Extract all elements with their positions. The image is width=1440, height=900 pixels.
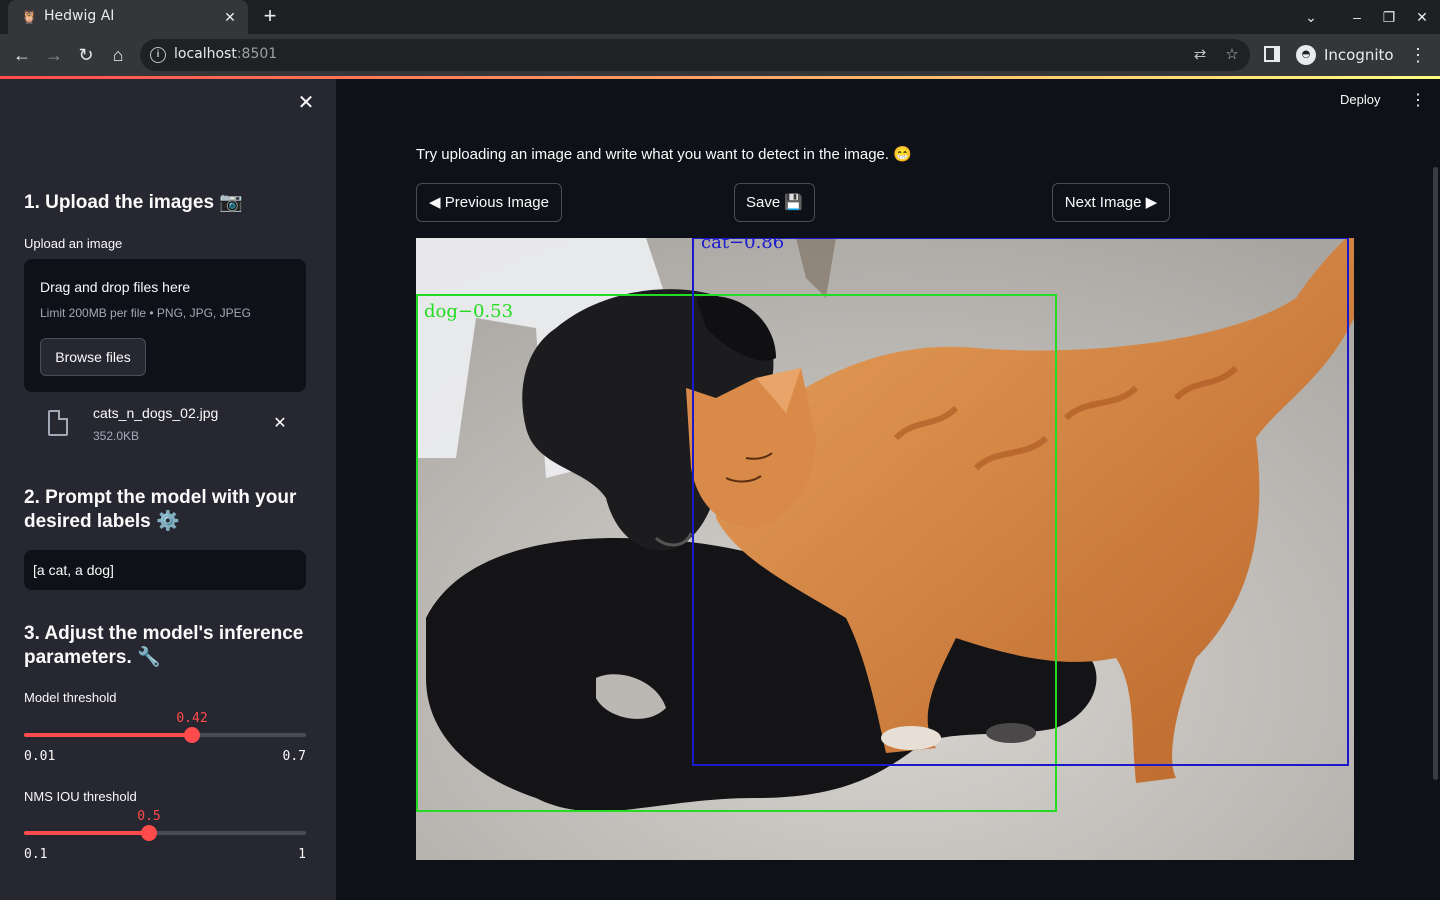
slider-value: 0.42	[176, 711, 208, 726]
dog-detection-label: dog−0.53	[424, 301, 513, 322]
main-scrollbar[interactable]	[1433, 167, 1438, 780]
side-panel-icon[interactable]	[1264, 46, 1280, 62]
app-menu-icon[interactable]: ⋮	[1408, 90, 1428, 112]
back-icon[interactable]: ←	[10, 43, 34, 67]
translate-icon[interactable]: ⇄	[1190, 45, 1210, 65]
remove-file-icon[interactable]: ✕	[270, 414, 290, 434]
slider-handle[interactable]	[184, 727, 200, 743]
browse-files-button[interactable]: Browse files	[40, 338, 146, 376]
bookmark-star-icon[interactable]: ☆	[1222, 45, 1242, 65]
reload-icon[interactable]: ↻	[74, 43, 98, 67]
slider-fill	[24, 733, 192, 737]
upload-label: Upload an image	[24, 236, 123, 251]
deploy-button[interactable]: Deploy	[1340, 92, 1380, 107]
incognito-profile[interactable]: ◓ Incognito	[1292, 42, 1404, 68]
file-dropzone[interactable]: Drag and drop files here Limit 200MB per…	[24, 259, 306, 392]
favicon-icon: 🦉	[21, 9, 38, 24]
dropzone-title: Drag and drop files here	[40, 279, 191, 295]
browser-menu-icon[interactable]: ⋮	[1408, 43, 1428, 67]
minimize-icon[interactable]: –	[1345, 6, 1369, 28]
dog-paw	[986, 723, 1036, 743]
close-window-icon[interactable]: ✕	[1410, 6, 1434, 28]
incognito-label: Incognito	[1324, 46, 1394, 64]
section-params-title: 3. Adjust the model's inference paramete…	[24, 623, 304, 668]
close-sidebar-icon[interactable]: ✕	[294, 91, 318, 115]
file-icon	[48, 410, 68, 436]
slider-fill	[24, 831, 149, 835]
new-tab-icon[interactable]: +	[258, 5, 282, 29]
slider-min: 0.1	[24, 847, 48, 862]
previous-image-button[interactable]: ◀ Previous Image	[416, 183, 562, 222]
cat-paw	[881, 726, 941, 750]
intro-text: Try uploading an image and write what yo…	[416, 146, 912, 163]
home-icon[interactable]: ⌂	[106, 43, 130, 67]
incognito-icon: ◓	[1296, 45, 1316, 65]
browser-tab[interactable]: 🦉 Hedwig AI ✕	[8, 0, 248, 34]
dropzone-limit: Limit 200MB per file • PNG, JPG, JPEG	[40, 306, 251, 320]
uploaded-file-name: cats_n_dogs_02.jpg	[93, 405, 219, 421]
site-info-icon[interactable]: i	[150, 47, 166, 63]
restore-icon[interactable]: ❐	[1377, 6, 1401, 28]
next-image-button[interactable]: Next Image ▶	[1052, 183, 1170, 222]
slider-handle[interactable]	[141, 825, 157, 841]
browser-tab-bar: 🦉 Hedwig AI ✕ + ⌄ – ❐ ✕	[0, 0, 1440, 34]
slider-value: 0.5	[137, 809, 161, 824]
sidebar: ✕ 1. Upload the images 📷 Upload an image…	[0, 79, 336, 900]
browser-toolbar: ← → ↻ ⌂ i localhost:8501 ⇄ ☆	[0, 34, 1440, 76]
nms-threshold-label: NMS IOU threshold	[24, 789, 137, 804]
cat-detection-label: cat−0.86	[701, 238, 784, 253]
forward-icon[interactable]: →	[42, 43, 66, 67]
tab-title: Hedwig AI	[44, 8, 115, 24]
slider-max: 0.7	[282, 749, 306, 764]
save-button[interactable]: Save 💾	[734, 183, 815, 222]
uploaded-file-size: 352.0KB	[93, 429, 140, 443]
section-upload-title: 1. Upload the images 📷	[24, 192, 243, 213]
labels-input[interactable]: [a cat, a dog]	[24, 550, 306, 590]
section-prompt-title: 2. Prompt the model with your desired la…	[24, 487, 297, 532]
close-tab-icon[interactable]: ✕	[220, 7, 240, 27]
address-bar[interactable]: i localhost:8501 ⇄ ☆	[140, 39, 1250, 71]
slider-min: 0.01	[24, 749, 56, 764]
model-threshold-label: Model threshold	[24, 690, 117, 705]
detection-result-image: dog−0.53 cat−0.86	[416, 238, 1354, 860]
tab-search-icon[interactable]: ⌄	[1299, 6, 1323, 28]
url-text: localhost:8501	[174, 46, 278, 62]
slider-max: 1	[298, 847, 306, 862]
